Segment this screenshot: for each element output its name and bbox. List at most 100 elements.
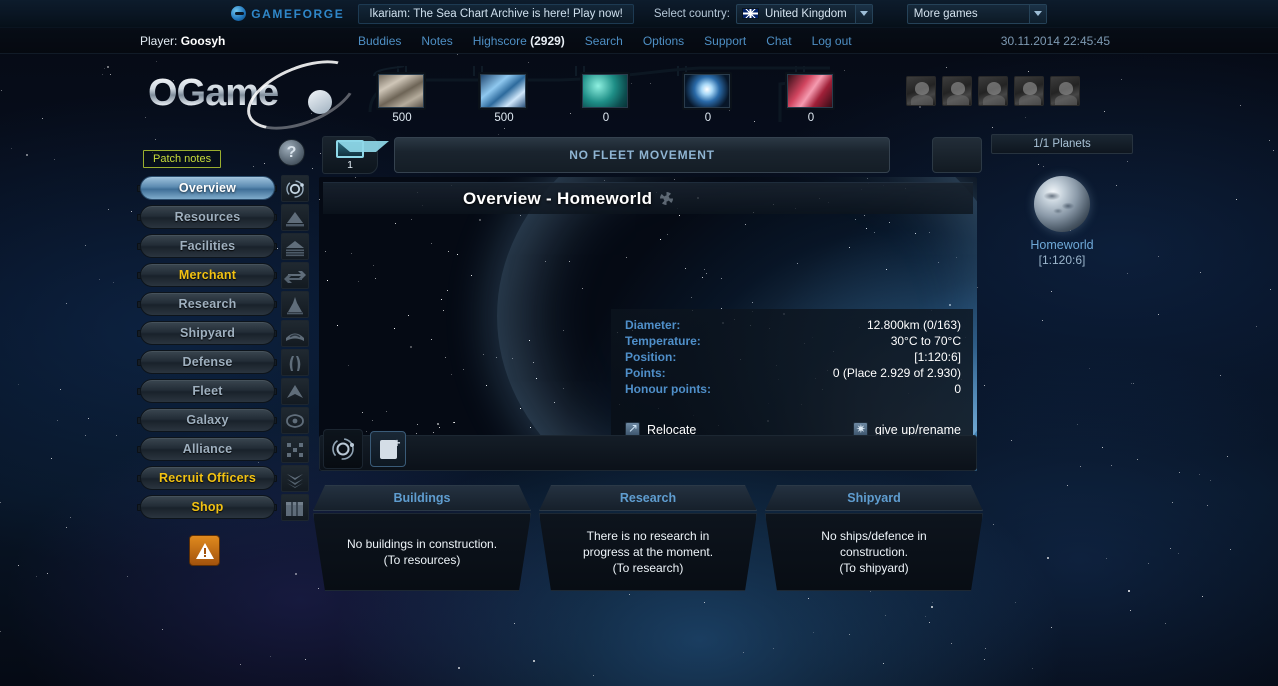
officer-engineer[interactable]	[978, 76, 1008, 106]
sidebar-label-research[interactable]: Research	[140, 292, 275, 316]
page-title: Overview - Homeworld	[323, 182, 973, 214]
panel-research: Research There is no research in progress…	[539, 485, 757, 600]
planet-info-row: Position: [1:120:6]	[625, 349, 961, 365]
planet-count: 1/1 Planets	[991, 134, 1133, 154]
sidebar-item-merchant[interactable]: Merchant	[137, 262, 316, 292]
fleet-icon[interactable]	[281, 378, 309, 405]
energy-icon	[682, 72, 732, 110]
warning-icon[interactable]	[189, 535, 220, 566]
planet-coords: [1:120:6]	[1038, 253, 1086, 267]
facilities-icon[interactable]	[281, 233, 309, 260]
promo-banner[interactable]: Ikariam: The Sea Chart Archive is here! …	[358, 3, 634, 24]
sidebar-item-facilities[interactable]: Facilities	[137, 233, 316, 263]
sidebar-label-galaxy[interactable]: Galaxy	[140, 408, 275, 432]
planet-info-table: Diameter: 12.800km (0/163) Temperature: …	[625, 317, 961, 397]
chevron-down-icon[interactable]	[854, 4, 872, 23]
deuterium-icon	[580, 72, 630, 110]
sidebar-item-defense[interactable]: Defense	[137, 349, 316, 379]
planet-info-row: Points: 0 (Place 2.929 of 2.930)	[625, 365, 961, 381]
energy-value: 0	[704, 112, 712, 124]
shipyard-icon[interactable]	[281, 320, 309, 347]
planet-thumbnail-icon[interactable]	[1034, 176, 1090, 232]
panel-body-research[interactable]: There is no research in progress at the m…	[539, 513, 757, 591]
sidebar-item-fleet[interactable]: Fleet	[137, 378, 316, 408]
darkmatter-icon	[785, 72, 835, 110]
nav-link-chat[interactable]: Chat	[766, 34, 791, 48]
sidebar-item-recruit-officers[interactable]: Recruit Officers	[137, 465, 316, 495]
sidebar-label-facilities[interactable]: Facilities	[140, 234, 275, 258]
panel-body-buildings[interactable]: No buildings in construction. (To resourc…	[313, 513, 531, 591]
nav-link-options[interactable]: Options	[643, 34, 684, 48]
sidebar-label-fleet[interactable]: Fleet	[140, 379, 275, 403]
resource-crystal[interactable]: 500	[478, 72, 530, 124]
galaxy-icon[interactable]	[281, 407, 309, 434]
more-games-select[interactable]: More games	[906, 3, 1047, 24]
country-selector[interactable]: Select country: United Kingdom	[653, 3, 873, 24]
sidebar-label-resources[interactable]: Resources	[140, 205, 275, 229]
shop-icon[interactable]	[281, 494, 309, 521]
sidebar-label-alliance[interactable]: Alliance	[140, 437, 275, 461]
officer-admiral[interactable]	[942, 76, 972, 106]
officer-technocrat[interactable]	[1050, 76, 1080, 106]
chevron-down-icon[interactable]	[1028, 4, 1046, 23]
resource-deuterium[interactable]: 0	[580, 72, 632, 124]
country-value: United Kingdom	[764, 7, 847, 20]
planet-info-row: Temperature: 30°C to 70°C	[625, 333, 961, 349]
nav-link-notes[interactable]: Notes	[421, 34, 452, 48]
sidebar-item-shipyard[interactable]: Shipyard	[137, 320, 316, 350]
panel-shipyard: Shipyard No ships/defence in construction…	[765, 485, 983, 600]
help-icon[interactable]: ?	[278, 139, 305, 166]
sidebar-item-shop[interactable]: Shop	[137, 494, 316, 524]
resource-metal[interactable]: 500	[376, 72, 428, 124]
officer-commander[interactable]	[906, 76, 936, 106]
alliance-icon[interactable]	[281, 436, 309, 463]
planet-info-value: 30°C to 70°C	[890, 334, 961, 348]
overview-icon[interactable]	[281, 175, 309, 202]
more-games-selector[interactable]: More games	[906, 3, 1047, 24]
resource-energy[interactable]: 0	[682, 72, 734, 124]
resource-darkmatter[interactable]: 0	[785, 72, 837, 124]
nav-link-buddies[interactable]: Buddies	[358, 34, 401, 48]
sidebar-item-research[interactable]: Research	[137, 291, 316, 321]
country-select[interactable]: United Kingdom	[735, 3, 873, 24]
sidebar-label-shop[interactable]: Shop	[140, 495, 275, 519]
planet-info-panel: Diameter: 12.800km (0/163) Temperature: …	[611, 309, 973, 441]
sidebar-item-overview[interactable]: Overview	[137, 175, 316, 205]
gameforge-bar: GAMEFORGE Ikariam: The Sea Chart Archive…	[0, 0, 1278, 28]
sidebar-label-overview[interactable]: Overview	[140, 176, 275, 200]
nav-link-support[interactable]: Support	[704, 34, 746, 48]
page-title-text: Overview - Homeworld	[463, 188, 653, 208]
merchant-icon[interactable]	[281, 262, 309, 289]
nav-link-log-out[interactable]: Log out	[812, 34, 852, 48]
gameforge-brand-label: GAMEFORGE	[251, 6, 345, 21]
fleet-status[interactable]: NO FLEET MOVEMENT	[394, 137, 890, 173]
panel-title-buildings: Buildings	[313, 485, 531, 511]
sidebar-item-alliance[interactable]: Alliance	[137, 436, 316, 466]
sidebar-label-shipyard[interactable]: Shipyard	[140, 321, 275, 345]
overview-shortcut-button[interactable]	[323, 429, 363, 469]
resource-bar: 500 500 0 0 0	[360, 66, 920, 124]
add-note-button[interactable]	[370, 431, 406, 467]
nav-link-search[interactable]: Search	[585, 34, 623, 48]
officer-geologist[interactable]	[1014, 76, 1044, 106]
ogame-logo[interactable]: OGame	[148, 46, 367, 144]
planet-info-value: 0	[954, 382, 961, 396]
defense-icon[interactable]	[281, 349, 309, 376]
officers-icon[interactable]	[281, 465, 309, 492]
sidebar-item-resources[interactable]: Resources	[137, 204, 316, 234]
sidebar-label-recruit-officers[interactable]: Recruit Officers	[140, 466, 275, 490]
patch-notes-button[interactable]: Patch notes	[143, 150, 222, 168]
sidebar-label-merchant[interactable]: Merchant	[140, 263, 275, 287]
panel-body-shipyard[interactable]: No ships/defence in construction. (To ship…	[765, 513, 983, 591]
planet-list-item[interactable]: Homeworld [1:120:6]	[991, 176, 1133, 267]
country-label: Select country:	[653, 7, 730, 20]
gear-icon[interactable]	[660, 192, 674, 205]
messages-button[interactable]: 1	[322, 136, 389, 174]
sidebar-label-defense[interactable]: Defense	[140, 350, 275, 374]
nav-link-highscore[interactable]: Highscore (2929)	[473, 34, 565, 48]
resources-icon[interactable]	[281, 204, 309, 231]
gameforge-logo[interactable]: GAMEFORGE	[231, 6, 344, 21]
research-icon[interactable]	[281, 291, 309, 318]
sidebar-item-galaxy[interactable]: Galaxy	[137, 407, 316, 437]
planet-name[interactable]: Homeworld	[991, 238, 1133, 252]
